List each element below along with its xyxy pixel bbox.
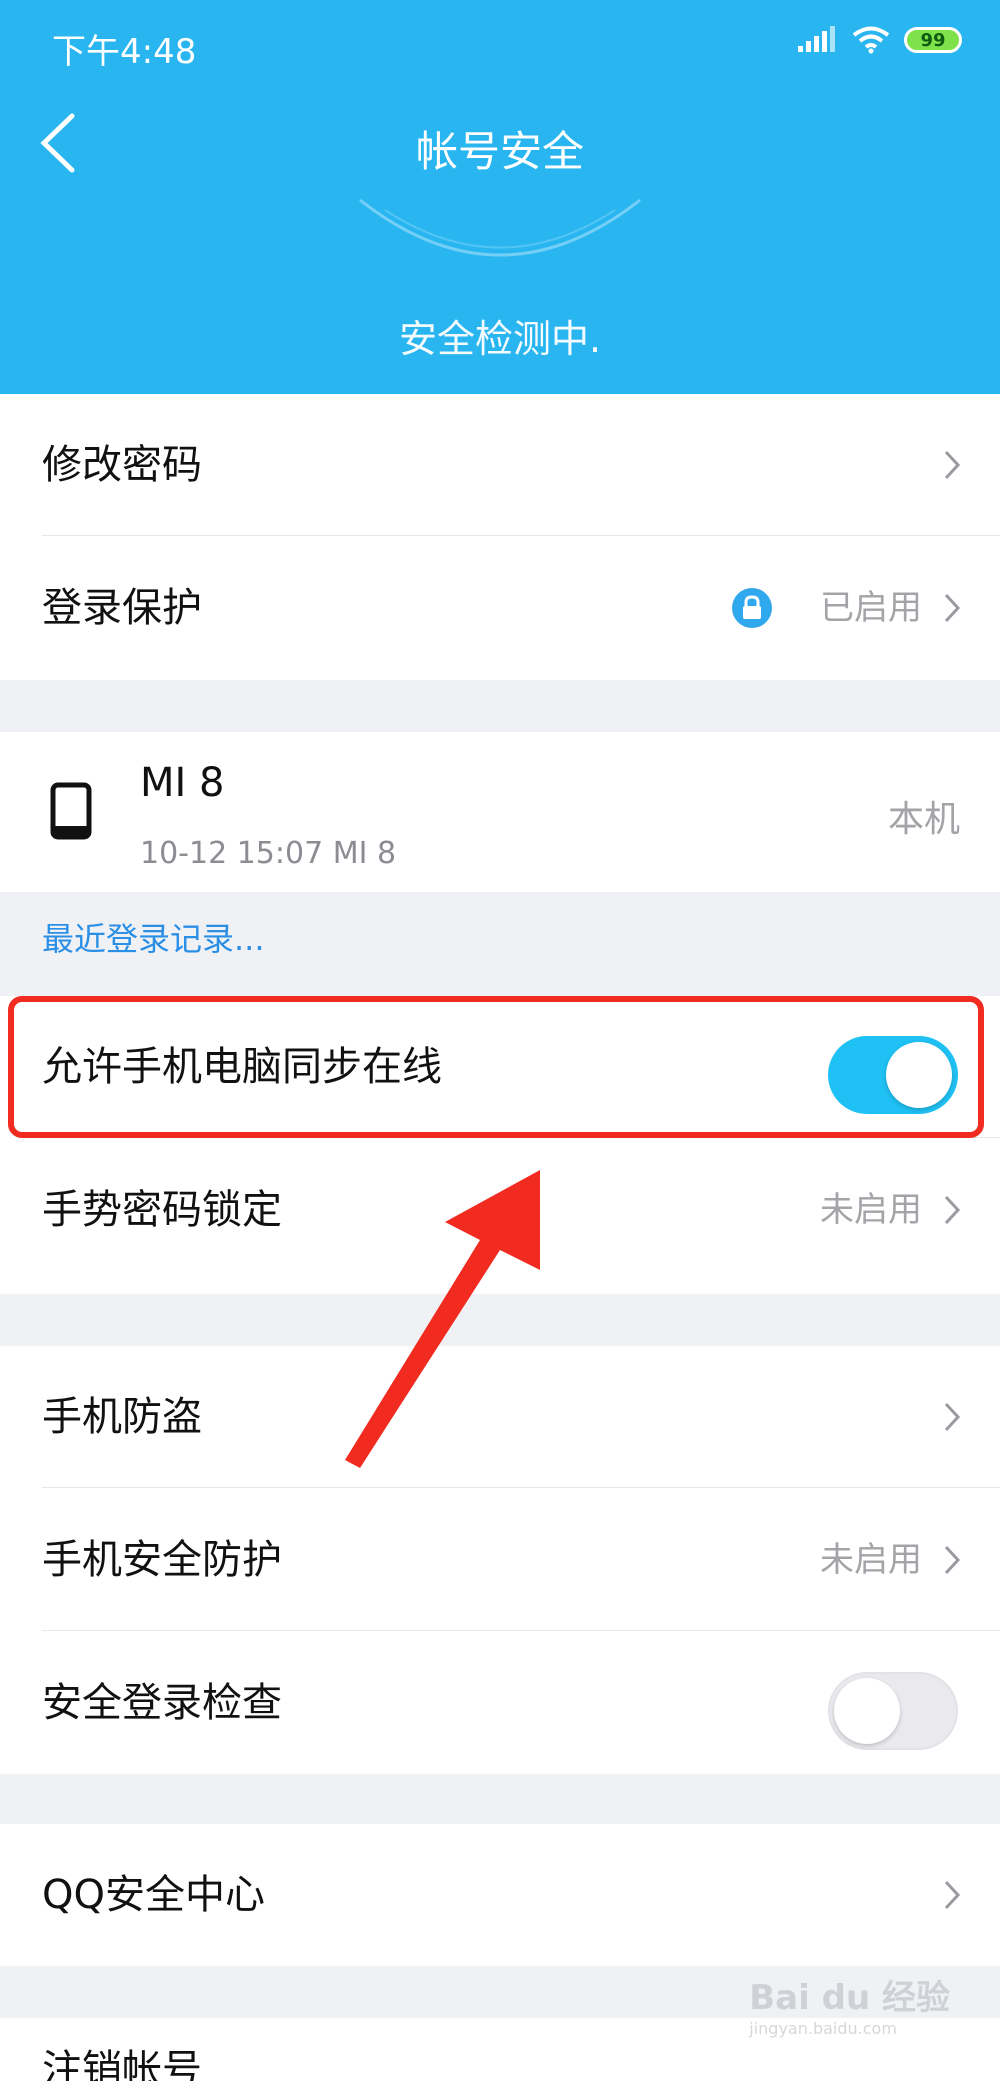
status-icons: 99 [798,26,962,54]
change-password-label: 修改密码 [42,442,202,488]
row-change-password[interactable]: 修改密码 [0,394,1000,536]
divider [42,1487,1000,1488]
secure-login-check-toggle[interactable] [828,1672,958,1750]
qq-security-center-label: QQ安全中心 [42,1872,265,1918]
lock-icon [732,588,772,628]
row-secure-login-check[interactable]: 安全登录检查 [0,1632,1000,1774]
row-qq-security-center[interactable]: QQ安全中心 [0,1824,1000,1966]
gesture-lock-status: 未启用 [820,1190,922,1230]
scan-status: 安全检测中. [398,317,602,361]
login-protection-label: 登录保护 [42,585,202,631]
chevron-right-icon [944,450,961,480]
toggle-knob [834,1678,900,1744]
phone-icon [50,782,92,840]
secure-login-check-label: 安全登录检查 [42,1680,282,1726]
chevron-right-icon [944,1195,961,1225]
watermark-text: Bai du 经验 [749,1978,950,2018]
anti-theft-label: 手机防盗 [42,1394,202,1440]
status-time: 下午4:48 [52,32,197,72]
current-device-tag: 本机 [887,799,960,840]
gesture-lock-label: 手势密码锁定 [42,1187,282,1233]
highlight-box [8,996,984,1138]
divider [42,535,1000,536]
phone-protection-label: 手机安全防护 [42,1537,282,1583]
divider [42,1630,1000,1631]
group-password: 修改密码 登录保护 已启用 [0,394,1000,680]
row-phone-protection[interactable]: 手机安全防护 未启用 [0,1489,1000,1631]
deactivate-account-label: 注销帐号 [42,2047,202,2081]
watermark-sub: jingyan.baidu.com [749,2019,897,2038]
recent-login-link[interactable]: 最近登录记录... [42,914,265,960]
phone-protection-status: 未启用 [820,1540,922,1580]
scan-arc-graphic [359,198,641,257]
chevron-right-icon [944,593,961,623]
login-protection-status: 已启用 [820,588,922,628]
page-title: 帐号安全 [415,127,584,176]
arrow-annotation-icon [345,1170,540,1468]
chevron-right-icon [944,1545,961,1575]
header-bar: 下午4:48 99 帐号安全 安全检测中. [0,0,1000,394]
wifi-icon [852,26,890,54]
device-login-time: 10-12 15:07 MI 8 [140,836,397,871]
device-name: MI 8 [140,760,225,806]
row-login-protection[interactable]: 登录保护 已启用 [0,537,1000,679]
chevron-right-icon [944,1880,961,1910]
watermark: Bai du 经验 jingyan.baidu.com [749,1970,950,2038]
battery-icon: 99 [904,27,962,53]
group-qq-security: QQ安全中心 [0,1824,1000,1966]
chevron-right-icon [944,1402,961,1432]
signal-icon [798,26,835,52]
